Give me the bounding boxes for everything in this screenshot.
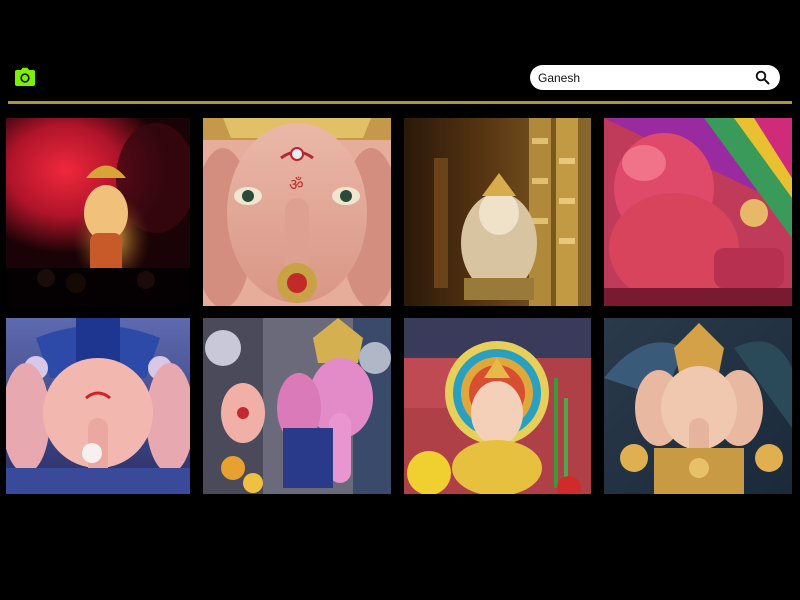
gallery-image[interactable] [6, 118, 190, 306]
svg-text:ॐ: ॐ [289, 175, 304, 194]
gallery-image[interactable] [604, 118, 792, 306]
gallery-image[interactable] [203, 318, 391, 494]
gallery-image[interactable] [404, 318, 591, 494]
gallery-image[interactable]: ॐ [203, 118, 391, 306]
gallery-image[interactable] [404, 118, 591, 306]
photo-search-app: ॐ [0, 0, 800, 600]
gallery-image[interactable] [6, 318, 190, 494]
gallery-image[interactable] [604, 318, 792, 494]
image-grid: ॐ [0, 0, 800, 600]
